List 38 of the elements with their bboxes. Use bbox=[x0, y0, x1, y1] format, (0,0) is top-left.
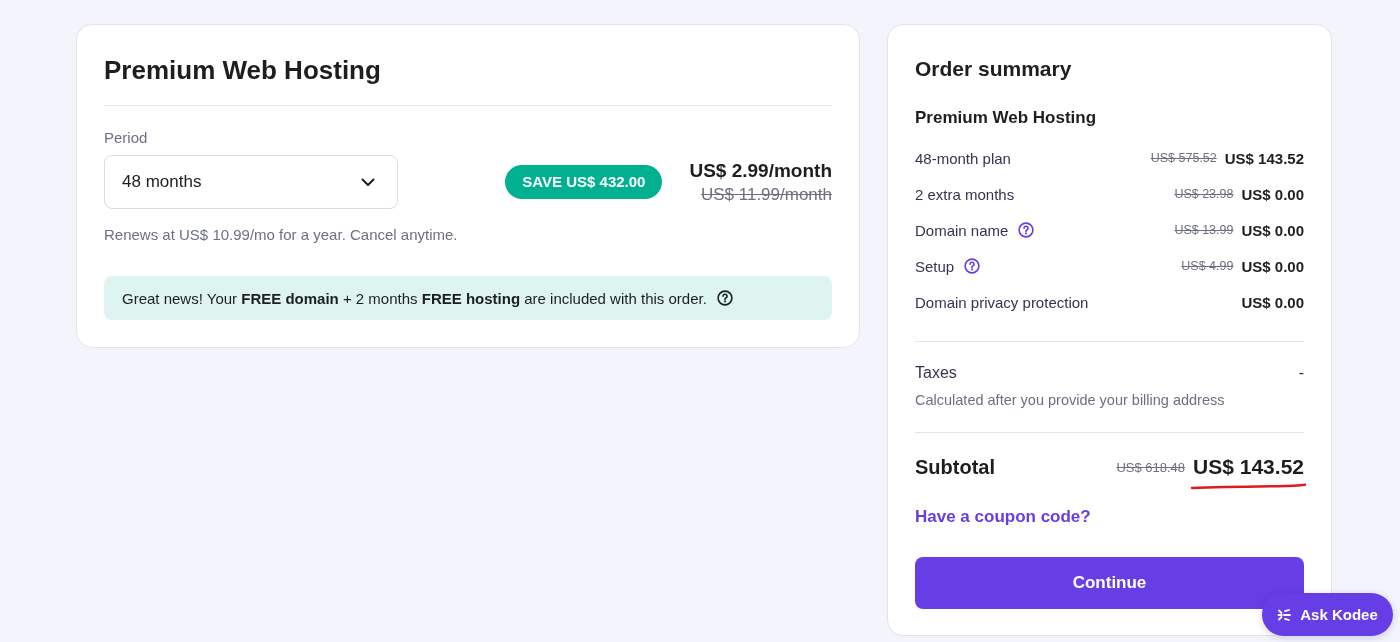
original-price: US$ 23.98 bbox=[1174, 187, 1234, 201]
period-dropdown[interactable]: 48 months bbox=[104, 155, 398, 209]
subtotal-label: Subtotal bbox=[915, 455, 995, 479]
info-message: Great news! Your FREE domain + 2 months FREE hosting are included with this order. bbox=[122, 289, 707, 307]
subtotal-price: US$ 143.52 bbox=[1193, 455, 1304, 479]
save-badge: SAVE US$ 432.00 bbox=[505, 165, 663, 199]
summary-product: Premium Web Hosting bbox=[915, 107, 1098, 129]
monthly-price: US$ 2.99/month bbox=[689, 159, 832, 183]
ask-kodee-button[interactable]: Ask Kodee bbox=[1262, 593, 1393, 636]
original-price: US$ 618.48 bbox=[1116, 459, 1186, 475]
line-price: US$ 0.00 bbox=[1241, 221, 1304, 239]
help-icon[interactable] bbox=[964, 258, 981, 274]
period-label: Period bbox=[104, 128, 149, 148]
line-label: 48-month plan bbox=[915, 149, 1011, 167]
taxes-label: Taxes bbox=[915, 363, 957, 383]
original-price: US$ 575.52 bbox=[1150, 151, 1217, 165]
line-price: US$ 0.00 bbox=[1241, 257, 1304, 275]
line-price: US$ 0.00 bbox=[1241, 185, 1304, 203]
help-icon[interactable] bbox=[1018, 222, 1035, 238]
line-label: 2 extra months bbox=[915, 185, 1015, 203]
summary-title: Order summary bbox=[915, 56, 1073, 82]
line-label: Domain name bbox=[915, 221, 1009, 239]
line-price: US$ 143.52 bbox=[1224, 149, 1304, 167]
taxes-value: - bbox=[1298, 363, 1304, 383]
chevron-down-icon bbox=[361, 177, 375, 187]
product-title: Premium Web Hosting bbox=[104, 54, 382, 87]
original-price: US$ 4.99 bbox=[1181, 259, 1234, 273]
original-price: US$ 11.99/month bbox=[700, 184, 832, 206]
sparkle-icon bbox=[1277, 607, 1292, 622]
line-label: Setup bbox=[915, 257, 955, 275]
coupon-link[interactable]: Have a coupon code? bbox=[915, 505, 1091, 529]
help-icon[interactable] bbox=[716, 290, 733, 306]
renewal-note: Renews at US$ 10.99/mo for a year. Cancel anytime. bbox=[104, 225, 459, 245]
line-price: US$ 0.00 bbox=[1241, 293, 1304, 311]
original-price: US$ 13.99 bbox=[1174, 223, 1234, 237]
taxes-note: Calculated after you provide your billing address bbox=[915, 391, 1226, 410]
continue-button[interactable]: Continue bbox=[915, 557, 1304, 609]
line-label: Domain privacy protection bbox=[915, 293, 1089, 311]
